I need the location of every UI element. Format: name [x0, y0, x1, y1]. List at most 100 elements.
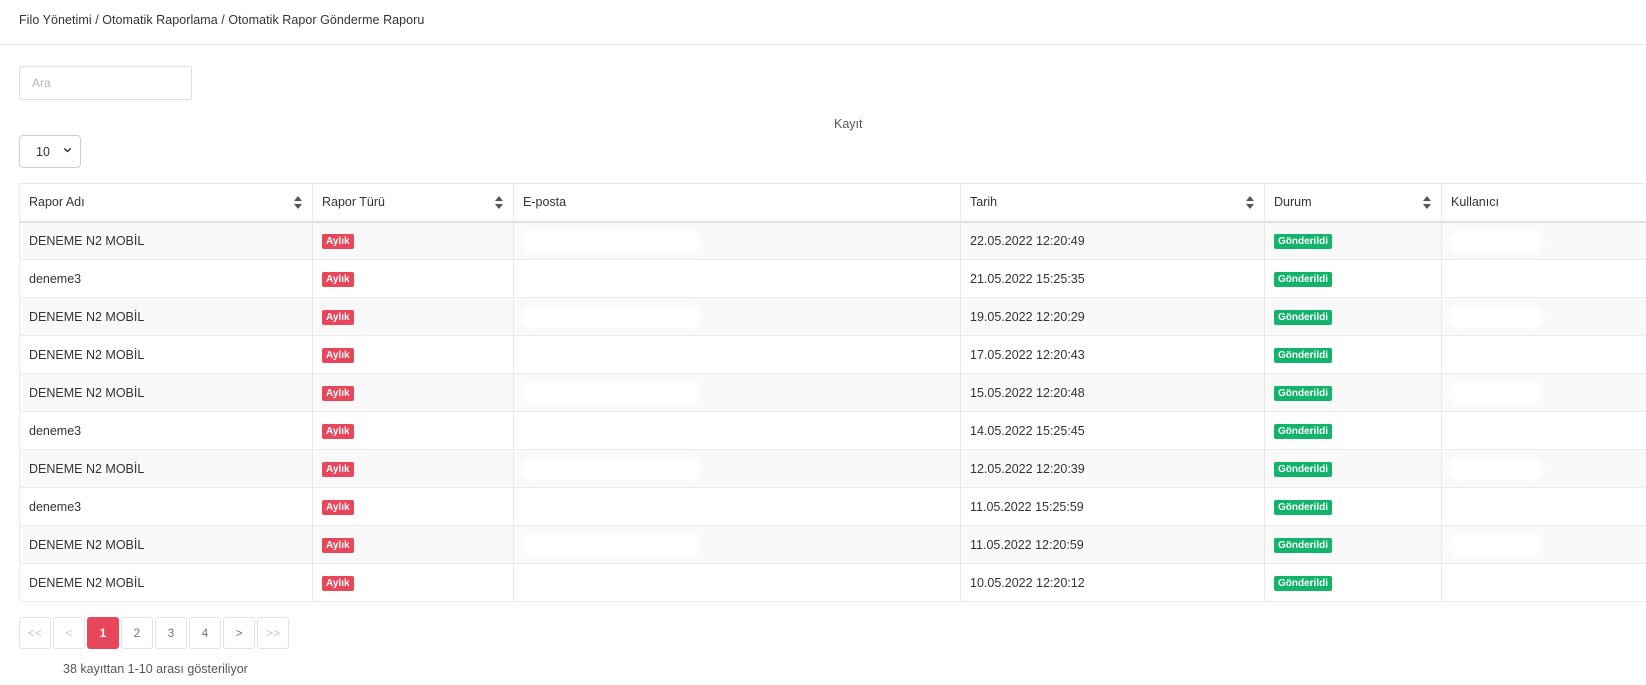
date-value: 14.05.2022 15:25:45	[970, 423, 1085, 438]
cell-email	[513, 259, 961, 298]
cell-date: 17.05.2022 12:20:43	[960, 335, 1265, 374]
cell-email	[513, 373, 961, 412]
column-header-date[interactable]: Tarih	[960, 183, 1265, 223]
breadcrumb: Filo Yönetimi / Otomatik Raporlama / Oto…	[19, 13, 425, 27]
status-badge: Gönderildi	[1274, 461, 1332, 477]
redaction-mask	[526, 309, 696, 325]
table-row[interactable]: DENEME N2 MOBİL Aylık 15.05.2022 12:20:48 G…	[19, 373, 1646, 412]
cell-user	[1441, 373, 1646, 412]
pagination-first-button[interactable]: <<	[19, 617, 51, 649]
report-type-badge: Aylık	[322, 347, 354, 363]
date-value: 21.05.2022 15:25:35	[970, 271, 1085, 286]
table-row[interactable]: DENEME N2 MOBİL Aylık 17.05.2022 12:20:43 G…	[19, 335, 1646, 374]
cell-report-type: Aylık	[312, 449, 514, 488]
cell-date: 11.05.2022 12:20:59	[960, 525, 1265, 564]
report-type-badge: Aylık	[322, 233, 354, 249]
column-header-status[interactable]: Durum	[1264, 183, 1442, 223]
cell-user	[1441, 411, 1646, 450]
table-row[interactable]: deneme3 Aylık 11.05.2022 15:25:59 Gönderild…	[19, 487, 1646, 526]
table-row[interactable]: deneme3 Aylık 14.05.2022 15:25:45 Gönderild…	[19, 411, 1646, 450]
table-header-row: Rapor Adı Rapor Türü E-posta Tarih Durum	[19, 183, 1646, 223]
status-badge: Gönderildi	[1274, 347, 1332, 363]
date-value: 11.05.2022 12:20:59	[970, 537, 1084, 552]
report-type-badge: Aylık	[322, 271, 354, 287]
cell-report-name: DENEME N2 MOBİL	[19, 221, 313, 260]
redaction-mask	[526, 385, 696, 401]
cell-email	[513, 449, 961, 488]
cell-report-name: DENEME N2 MOBİL	[19, 563, 313, 602]
cell-email	[513, 411, 961, 450]
table-row[interactable]: DENEME N2 MOBİL Aylık 22.05.2022 12:20:49 G…	[19, 221, 1646, 260]
sort-icon	[495, 196, 503, 209]
date-value: 17.05.2022 12:20:43	[970, 347, 1085, 362]
cell-user	[1441, 259, 1646, 298]
date-value: 22.05.2022 12:20:49	[970, 233, 1085, 248]
cell-report-type: Aylık	[312, 525, 514, 564]
page-size-select[interactable]: 10	[19, 135, 81, 168]
table-row[interactable]: deneme3 Aylık 21.05.2022 15:25:35 Gönderild…	[19, 259, 1646, 298]
cell-report-type: Aylık	[312, 221, 514, 260]
column-header-label: Rapor Türü	[322, 195, 385, 210]
report-name: deneme3	[29, 271, 82, 286]
cell-report-name: DENEME N2 MOBİL	[19, 297, 313, 336]
cell-email	[513, 487, 961, 526]
date-value: 12.05.2022 12:20:39	[970, 461, 1085, 476]
column-header-label: Tarih	[970, 195, 998, 210]
cell-user	[1441, 449, 1646, 488]
cell-status: Gönderildi	[1264, 297, 1442, 336]
cell-email	[513, 335, 961, 374]
cell-report-name: DENEME N2 MOBİL	[19, 449, 313, 488]
search-input[interactable]	[19, 66, 192, 100]
column-header-report-name[interactable]: Rapor Adı	[19, 183, 313, 223]
status-badge: Gönderildi	[1274, 309, 1332, 325]
cell-status: Gönderildi	[1264, 487, 1442, 526]
page-size-label: Kayıt	[834, 117, 863, 131]
cell-report-name: deneme3	[19, 259, 313, 298]
column-header-report-type[interactable]: Rapor Türü	[312, 183, 514, 223]
report-name: DENEME N2 MOBİL	[29, 537, 145, 552]
pagination-page-1[interactable]: 1	[87, 617, 119, 649]
pagination: << < 1 2 3 4 > >>	[19, 617, 289, 650]
header-divider	[0, 44, 1646, 45]
cell-status: Gönderildi	[1264, 373, 1442, 412]
table-row[interactable]: DENEME N2 MOBİL Aylık 10.05.2022 12:20:12 G…	[19, 563, 1646, 602]
report-name: deneme3	[29, 499, 82, 514]
cell-user	[1441, 335, 1646, 374]
cell-report-type: Aylık	[312, 335, 514, 374]
pagination-page-3[interactable]: 3	[155, 617, 187, 649]
cell-report-name: DENEME N2 MOBİL	[19, 373, 313, 412]
column-header-label: Kullanıcı	[1451, 195, 1499, 210]
report-name: DENEME N2 MOBİL	[29, 347, 145, 362]
redaction-mask	[1452, 461, 1538, 477]
column-header-label: E-posta	[523, 195, 567, 210]
cell-report-name: DENEME N2 MOBİL	[19, 525, 313, 564]
report-type-badge: Aylık	[322, 385, 354, 401]
redaction-mask	[526, 461, 696, 477]
table-row[interactable]: DENEME N2 MOBİL Aylık 19.05.2022 12:20:29 G…	[19, 297, 1646, 336]
status-badge: Gönderildi	[1274, 423, 1332, 439]
pagination-info: 38 kayıttan 1-10 arası gösteriliyor	[63, 662, 248, 676]
cell-date: 12.05.2022 12:20:39	[960, 449, 1265, 488]
pagination-page-4[interactable]: 4	[189, 617, 221, 649]
cell-email	[513, 297, 961, 336]
status-badge: Gönderildi	[1274, 537, 1332, 553]
status-badge: Gönderildi	[1274, 271, 1332, 287]
pagination-prev-button[interactable]: <	[53, 617, 85, 649]
status-badge: Gönderildi	[1274, 499, 1332, 515]
report-name: deneme3	[29, 423, 82, 438]
status-badge: Gönderildi	[1274, 385, 1332, 401]
status-badge: Gönderildi	[1274, 233, 1332, 249]
column-header-email: E-posta	[513, 183, 961, 223]
redaction-mask	[1452, 309, 1538, 325]
report-type-badge: Aylık	[322, 499, 354, 515]
cell-user	[1441, 221, 1646, 260]
pagination-next-button[interactable]: >	[223, 617, 255, 649]
pagination-last-button[interactable]: >>	[257, 617, 289, 649]
page-size-value: 10	[36, 145, 50, 159]
table-row[interactable]: DENEME N2 MOBİL Aylık 11.05.2022 12:20:59 G…	[19, 525, 1646, 564]
table-row[interactable]: DENEME N2 MOBİL Aylık 12.05.2022 12:20:39 G…	[19, 449, 1646, 488]
date-value: 15.05.2022 12:20:48	[970, 385, 1085, 400]
redaction-mask	[1452, 385, 1538, 401]
pagination-page-2[interactable]: 2	[121, 617, 153, 649]
cell-status: Gönderildi	[1264, 563, 1442, 602]
